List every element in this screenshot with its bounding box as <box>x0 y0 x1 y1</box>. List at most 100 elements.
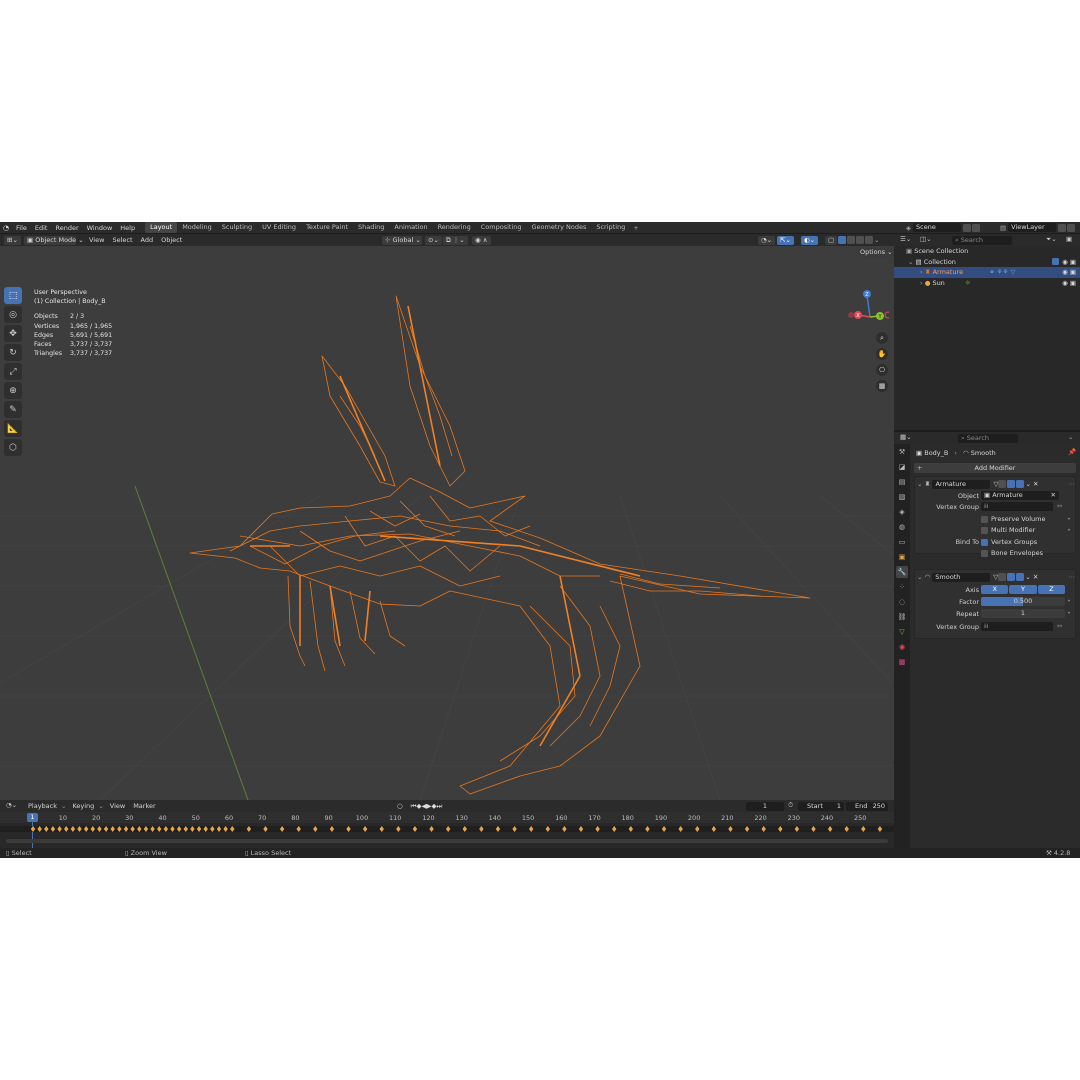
keyframe-marker[interactable] <box>117 826 122 832</box>
constraints-tab-icon[interactable]: ⛓ <box>896 611 908 623</box>
tab-geometry-nodes[interactable]: Geometry Nodes <box>527 222 592 233</box>
outliner-item-sun[interactable]: › ● Sun ☼ ◉ ▣ <box>894 278 1080 289</box>
snap-toggle[interactable]: ⧉ ⋮⌄ <box>443 235 468 245</box>
keyframe-marker[interactable] <box>137 826 142 832</box>
move-icon[interactable]: ✥ <box>4 325 22 342</box>
keyframe-marker[interactable] <box>695 826 700 832</box>
remove-viewlayer-icon[interactable] <box>1067 223 1076 232</box>
solid-shading-icon[interactable] <box>847 235 855 244</box>
tab-animation[interactable]: Animation <box>389 222 432 233</box>
keyframe-marker[interactable] <box>157 826 162 832</box>
delete-modifier-icon[interactable]: ✕ <box>1033 573 1038 581</box>
keyframe-marker[interactable] <box>877 826 883 832</box>
viewlayer-selector[interactable]: ▤ ViewLayer <box>1000 223 1076 232</box>
vertex-groups-option[interactable]: Vertex Groups <box>981 538 1037 546</box>
data-tab-icon[interactable]: ▽ <box>896 626 908 638</box>
object-field[interactable]: ▣ Armature ✕ <box>981 491 1059 500</box>
render-tab-icon[interactable]: ◪ <box>896 461 908 473</box>
wireframe-shading-icon[interactable] <box>838 235 846 244</box>
annotate-icon[interactable]: ✎ <box>4 401 22 418</box>
select-box-icon[interactable]: ⬚ <box>4 287 22 304</box>
tab-shading[interactable]: Shading <box>353 222 389 233</box>
edit-mode-toggle[interactable] <box>998 573 1007 581</box>
dropdown-icon[interactable]: ⌄ <box>1025 480 1030 488</box>
keyframe-marker[interactable] <box>279 826 285 832</box>
keyframe-marker[interactable] <box>170 826 175 832</box>
scene-selector[interactable]: ◈ Scene <box>906 223 981 232</box>
camera-icon[interactable]: ▣ <box>1070 268 1076 276</box>
keyframe-marker[interactable] <box>37 826 42 832</box>
vertex-groups-checkbox[interactable] <box>981 538 988 546</box>
menu-file[interactable]: File <box>12 224 31 232</box>
keyframe-marker[interactable] <box>861 826 866 832</box>
world-tab-icon[interactable]: ◍ <box>896 521 908 533</box>
eye-icon[interactable]: ◉ <box>1062 268 1068 276</box>
viewport-toggle[interactable] <box>1007 573 1016 581</box>
keyframe-marker[interactable] <box>64 826 69 832</box>
current-frame-field[interactable]: 1 <box>746 801 784 811</box>
add-modifier-button[interactable]: + Add Modifier <box>914 463 1076 473</box>
timeline-scrollbar[interactable] <box>6 839 888 843</box>
keyframe-marker[interactable] <box>545 826 550 832</box>
keyframe-marker[interactable] <box>110 826 115 832</box>
render-toggle[interactable] <box>1016 480 1025 488</box>
keyframe-marker[interactable] <box>329 826 335 832</box>
drag-handle-icon[interactable]: ⋯ <box>1069 573 1076 581</box>
expand-collection-icon[interactable]: ⌄ <box>908 258 913 266</box>
keyframe-marker[interactable] <box>176 826 182 832</box>
delete-modifier-icon[interactable]: ✕ <box>1033 480 1038 488</box>
properties-editor-icon[interactable]: ▦⌄ <box>900 433 912 441</box>
keyframe-marker[interactable] <box>412 826 418 832</box>
editor-type-icon[interactable]: ⊞⌄ <box>4 235 21 245</box>
outliner-item-armature[interactable]: › ♜ Armature ⚭ ⚘⚘ ▽ ◉ ▣ <box>894 267 1080 278</box>
keyframe-marker[interactable] <box>210 826 215 832</box>
camera-icon[interactable]: ▣ <box>1070 258 1076 266</box>
bone-envelopes-option[interactable]: Bone Envelopes <box>981 549 1043 557</box>
keyframe-dot-icon[interactable]: • <box>1067 515 1071 523</box>
keyframe-marker[interactable] <box>744 826 750 832</box>
menu-window[interactable]: Window <box>83 224 117 232</box>
tab-texture-paint[interactable]: Texture Paint <box>301 222 353 233</box>
keyframe-marker[interactable] <box>612 826 617 832</box>
timeline-menu-marker[interactable]: Marker <box>129 802 159 810</box>
eye-icon[interactable]: ◉ <box>1062 279 1068 287</box>
expand-armature-icon[interactable]: › <box>920 268 923 276</box>
keyframe-marker[interactable] <box>661 826 667 832</box>
add-cube-icon[interactable]: ⬡ <box>4 439 22 456</box>
keyframe-marker[interactable] <box>130 826 135 832</box>
keyframe-marker[interactable] <box>728 826 733 832</box>
multi-modifier-option[interactable]: Multi Modifier <box>981 526 1035 534</box>
scene-name[interactable]: Scene <box>913 223 961 232</box>
keyframe-marker[interactable] <box>578 826 584 832</box>
viewlayer-name[interactable]: ViewLayer <box>1008 223 1057 232</box>
keyframe-marker[interactable] <box>230 826 235 832</box>
transform-orientation-dropdown[interactable]: ⊹ Global ⌄ <box>382 235 422 245</box>
keyframe-marker[interactable] <box>645 826 650 832</box>
viewport-menu-view[interactable]: View <box>85 236 108 244</box>
axis-x-toggle[interactable]: X <box>981 585 1009 594</box>
keyframe-marker[interactable] <box>296 826 301 832</box>
zoom-icon[interactable]: ⌕ <box>876 332 888 344</box>
neg-y-handle[interactable] <box>884 311 889 319</box>
keyframe-marker[interactable] <box>628 826 634 832</box>
dropdown-icon[interactable]: ⌄ <box>1025 573 1030 581</box>
pan-hand-icon[interactable]: ✋ <box>876 348 888 360</box>
end-frame-field[interactable]: End 250 <box>846 801 888 811</box>
outliner-scene-collection[interactable]: ▣ Scene Collection <box>894 246 1080 257</box>
render-toggle[interactable] <box>1016 573 1025 581</box>
mode-dropdown[interactable]: ▣ Object Mode ⌄ <box>24 235 84 245</box>
timeline-menu-keying[interactable]: Keying <box>68 802 98 810</box>
keyframe-marker[interactable] <box>163 826 169 832</box>
3d-viewport[interactable]: ⬚ ◎ ✥ ↻ ⤢ ⊕ ✎ 📐 ⬡ User Perspective (1) C… <box>0 246 894 800</box>
menu-render[interactable]: Render <box>51 224 82 232</box>
physics-tab-icon[interactable]: ◌ <box>896 596 908 608</box>
keyframe-marker[interactable] <box>90 826 95 832</box>
xray-toggle[interactable]: ▢ <box>825 235 838 245</box>
new-scene-icon[interactable] <box>963 223 971 232</box>
tab-scripting[interactable]: Scripting <box>591 222 630 233</box>
invert-vertex-group-icon[interactable]: ↔ <box>1057 502 1062 510</box>
display-mode-icon[interactable]: ◫⌄ <box>920 235 932 243</box>
tool-tab-icon[interactable]: ⚒ <box>896 446 908 458</box>
object-tab-icon[interactable]: ▣ <box>896 551 908 563</box>
transform-icon[interactable]: ⊕ <box>4 382 22 399</box>
